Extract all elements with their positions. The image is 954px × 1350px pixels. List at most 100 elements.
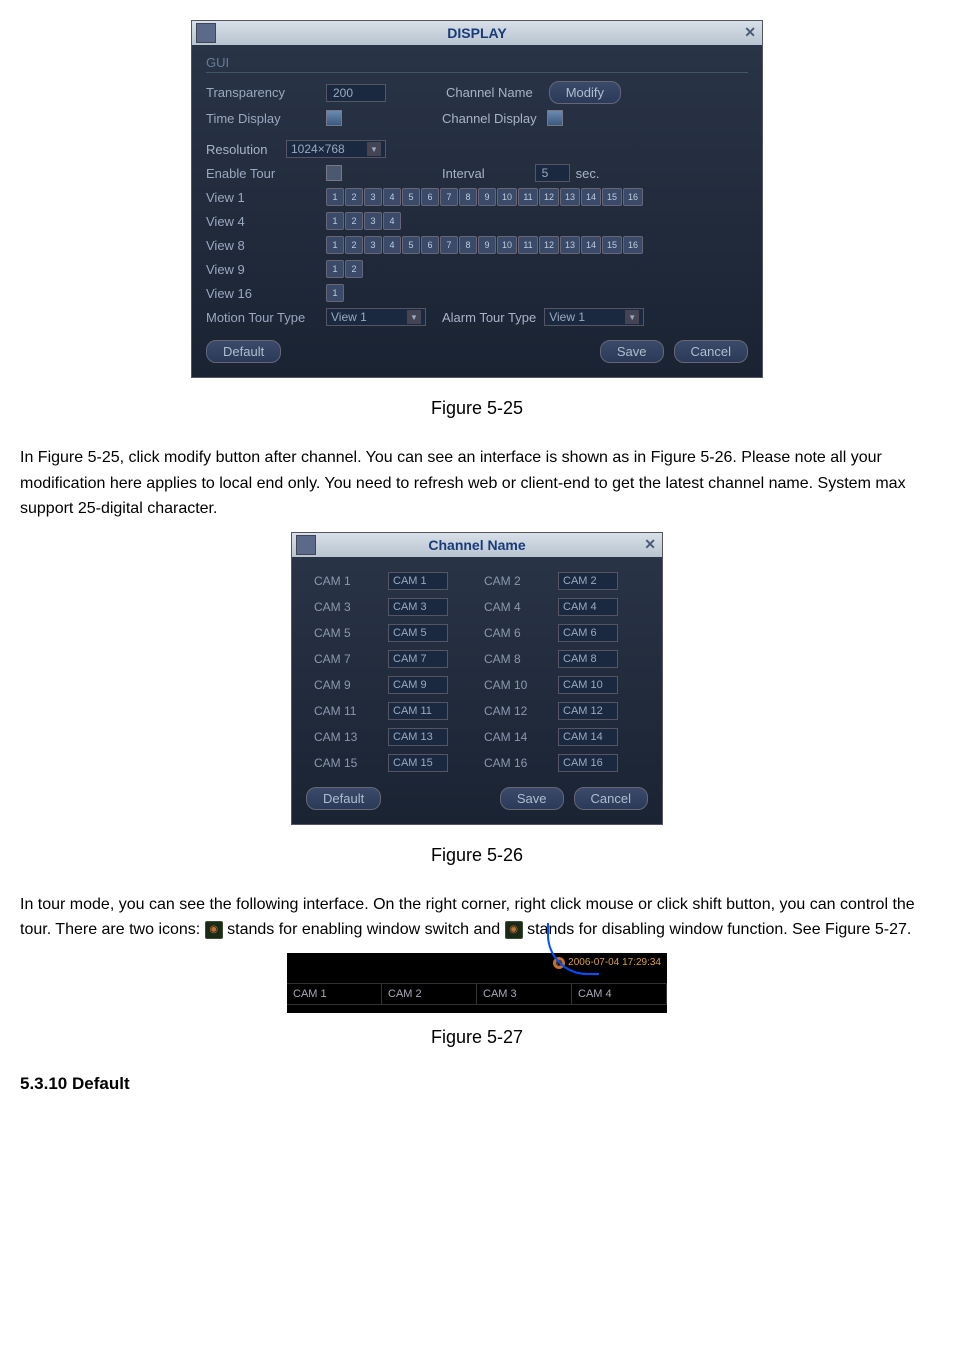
channel-input[interactable] bbox=[558, 572, 618, 590]
view-num-button[interactable]: 14 bbox=[581, 188, 601, 206]
interval-input[interactable] bbox=[535, 164, 570, 182]
view-num-button[interactable]: 12 bbox=[539, 188, 559, 206]
tour-cell: CAM 1 bbox=[287, 984, 382, 1004]
view-num-button[interactable]: 8 bbox=[459, 188, 477, 206]
view-num-button[interactable]: 13 bbox=[560, 236, 580, 254]
view-num-button[interactable]: 5 bbox=[402, 188, 420, 206]
resolution-dropdown[interactable]: 1024×768 ▼ bbox=[286, 140, 386, 158]
time-display-checkbox[interactable] bbox=[326, 110, 342, 126]
view-num-button[interactable]: 4 bbox=[383, 188, 401, 206]
channel-input[interactable] bbox=[388, 598, 448, 616]
view-num-button[interactable]: 16 bbox=[623, 236, 643, 254]
channel-display-checkbox[interactable] bbox=[547, 110, 563, 126]
view8-label: View 8 bbox=[206, 238, 326, 253]
view-num-button[interactable]: 2 bbox=[345, 236, 363, 254]
save-button[interactable]: Save bbox=[600, 340, 664, 363]
view-num-button[interactable]: 2 bbox=[345, 212, 363, 230]
channel-label: CAM 1 bbox=[308, 569, 380, 593]
view-num-button[interactable]: 6 bbox=[421, 236, 439, 254]
view-num-button[interactable]: 11 bbox=[518, 236, 538, 254]
chevron-down-icon: ▼ bbox=[625, 310, 639, 324]
modify-button[interactable]: Modify bbox=[549, 81, 621, 104]
channel-input[interactable] bbox=[388, 650, 448, 668]
view1-buttons: 12345678910111213141516 bbox=[326, 188, 643, 206]
view-num-button[interactable]: 14 bbox=[581, 236, 601, 254]
view-num-button[interactable]: 8 bbox=[459, 236, 477, 254]
channel-input[interactable] bbox=[388, 624, 448, 642]
view-num-button[interactable]: 1 bbox=[326, 188, 344, 206]
channel-input[interactable] bbox=[388, 702, 448, 720]
close-icon[interactable]: ✕ bbox=[744, 24, 756, 41]
channel-label: CAM 12 bbox=[478, 699, 550, 723]
channel-input[interactable] bbox=[388, 754, 448, 772]
table-row: CAM 3 CAM 4 bbox=[308, 595, 646, 619]
view-num-button[interactable]: 1 bbox=[326, 236, 344, 254]
view-num-button[interactable]: 3 bbox=[364, 212, 382, 230]
channel-label: CAM 3 bbox=[308, 595, 380, 619]
tour-disable-icon: ◉ bbox=[505, 921, 523, 939]
gui-section-label: GUI bbox=[206, 55, 748, 73]
view-num-button[interactable]: 1 bbox=[326, 284, 344, 302]
view16-label: View 16 bbox=[206, 286, 326, 301]
cancel-button[interactable]: Cancel bbox=[574, 787, 648, 810]
alarm-tour-dropdown[interactable]: View 1 ▼ bbox=[544, 308, 644, 326]
view-num-button[interactable]: 6 bbox=[421, 188, 439, 206]
channel-input[interactable] bbox=[388, 572, 448, 590]
tour-cell: CAM 3 bbox=[477, 984, 572, 1004]
view-num-button[interactable]: 11 bbox=[518, 188, 538, 206]
channel-input[interactable] bbox=[558, 650, 618, 668]
view-num-button[interactable]: 2 bbox=[345, 188, 363, 206]
view-num-button[interactable]: 7 bbox=[440, 188, 458, 206]
view-num-button[interactable]: 10 bbox=[497, 188, 517, 206]
view-num-button[interactable]: 13 bbox=[560, 188, 580, 206]
save-button[interactable]: Save bbox=[500, 787, 564, 810]
channel-display-label: Channel Display bbox=[442, 111, 537, 126]
channel-label: CAM 7 bbox=[308, 647, 380, 671]
view-num-button[interactable]: 1 bbox=[326, 260, 344, 278]
view-num-button[interactable]: 4 bbox=[383, 212, 401, 230]
view-num-button[interactable]: 16 bbox=[623, 188, 643, 206]
display-dialog: DISPLAY ✕ GUI Transparency Channel Name … bbox=[191, 20, 763, 378]
channel-name-label: Channel Name bbox=[446, 85, 533, 100]
motion-tour-dropdown[interactable]: View 1 ▼ bbox=[326, 308, 426, 326]
view9-buttons: 12 bbox=[326, 260, 363, 278]
view-num-button[interactable]: 3 bbox=[364, 188, 382, 206]
cancel-button[interactable]: Cancel bbox=[674, 340, 748, 363]
view-num-button[interactable]: 9 bbox=[478, 236, 496, 254]
channel-input[interactable] bbox=[558, 702, 618, 720]
view-num-button[interactable]: 4 bbox=[383, 236, 401, 254]
tour-cell: CAM 2 bbox=[382, 984, 477, 1004]
channel-input[interactable] bbox=[388, 676, 448, 694]
tour-cells-row: CAM 1CAM 2CAM 3CAM 4 bbox=[287, 983, 667, 1005]
channel-input[interactable] bbox=[558, 728, 618, 746]
chevron-down-icon: ▼ bbox=[367, 142, 381, 156]
view-num-button[interactable]: 12 bbox=[539, 236, 559, 254]
enable-tour-checkbox[interactable] bbox=[326, 165, 342, 181]
paragraph-1: In Figure 5-25, click modify button afte… bbox=[20, 445, 934, 522]
channel-input[interactable] bbox=[558, 754, 618, 772]
view-num-button[interactable]: 15 bbox=[602, 236, 622, 254]
view-num-button[interactable]: 7 bbox=[440, 236, 458, 254]
chevron-down-icon: ▼ bbox=[407, 310, 421, 324]
channel-input[interactable] bbox=[558, 624, 618, 642]
view-num-button[interactable]: 2 bbox=[345, 260, 363, 278]
channel-input[interactable] bbox=[388, 728, 448, 746]
view-num-button[interactable]: 1 bbox=[326, 212, 344, 230]
view-num-button[interactable]: 15 bbox=[602, 188, 622, 206]
default-button[interactable]: Default bbox=[306, 787, 381, 810]
channel-input[interactable] bbox=[558, 676, 618, 694]
view-num-button[interactable]: 10 bbox=[497, 236, 517, 254]
view1-label: View 1 bbox=[206, 190, 326, 205]
figure-5-25-caption: Figure 5-25 bbox=[20, 398, 934, 419]
interval-label: Interval bbox=[442, 166, 485, 181]
view-num-button[interactable]: 9 bbox=[478, 188, 496, 206]
close-icon[interactable]: ✕ bbox=[644, 536, 656, 553]
dialog-title: Channel Name bbox=[428, 537, 525, 553]
view-num-button[interactable]: 5 bbox=[402, 236, 420, 254]
view16-buttons: 1 bbox=[326, 284, 344, 302]
channel-label: CAM 4 bbox=[478, 595, 550, 619]
default-button[interactable]: Default bbox=[206, 340, 281, 363]
channel-input[interactable] bbox=[558, 598, 618, 616]
transparency-input[interactable] bbox=[326, 84, 386, 102]
view-num-button[interactable]: 3 bbox=[364, 236, 382, 254]
